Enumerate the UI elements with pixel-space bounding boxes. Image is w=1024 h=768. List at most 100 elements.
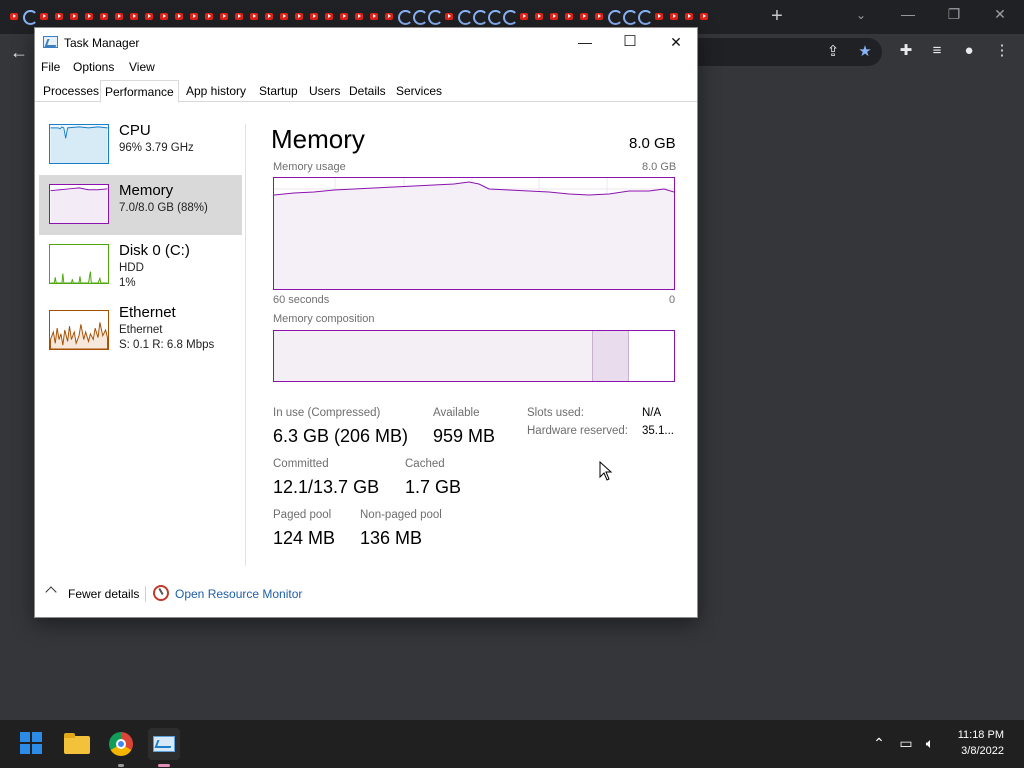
browser-tab-loading-icon[interactable]: [606, 8, 623, 26]
chevron-up-icon[interactable]: [45, 586, 57, 598]
browser-tab-youtube-icon[interactable]: [111, 8, 126, 26]
sidebar-item-ethernet[interactable]: Ethernet Ethernet S: 0.1 R: 6.8 Mbps: [39, 301, 242, 361]
browser-tab-youtube-icon[interactable]: [261, 8, 276, 26]
browser-tab-youtube-icon[interactable]: [696, 8, 711, 26]
share-icon[interactable]: ⇪: [824, 43, 842, 61]
browser-restore-icon[interactable]: ❐: [944, 6, 964, 23]
browser-tab-loading-icon[interactable]: [486, 8, 503, 26]
browser-tab-youtube-icon[interactable]: [651, 8, 666, 26]
back-arrow-icon[interactable]: ←: [10, 42, 28, 63]
clock-date[interactable]: 3/8/2022: [952, 745, 1004, 757]
clock-time[interactable]: 11:18 PM: [952, 729, 1004, 741]
sidebar-item-memory[interactable]: Memory 7.0/8.0 GB (88%): [39, 175, 242, 235]
browser-tab-youtube-icon[interactable]: [321, 8, 336, 26]
profile-avatar-icon[interactable]: ●: [960, 42, 978, 60]
browser-tab-youtube-icon[interactable]: [126, 8, 141, 26]
sidebar-divider: [245, 124, 246, 566]
browser-tab-youtube-icon[interactable]: [441, 8, 456, 26]
tab-processes[interactable]: Processes: [39, 80, 103, 102]
resource-monitor-icon[interactable]: [153, 585, 169, 601]
browser-tab-youtube-icon[interactable]: [351, 8, 366, 26]
tab-services[interactable]: Services: [392, 80, 446, 102]
browser-tab-youtube-icon[interactable]: [291, 8, 306, 26]
browser-tab-youtube-icon[interactable]: [336, 8, 351, 26]
browser-tab-youtube-icon[interactable]: [561, 8, 576, 26]
cached-label: Cached: [405, 458, 445, 470]
tab-startup[interactable]: Startup: [255, 80, 302, 102]
network-icon[interactable]: ▭: [897, 735, 915, 752]
browser-tab-youtube-icon[interactable]: [6, 8, 21, 26]
browser-close-icon[interactable]: ✕: [990, 6, 1010, 23]
browser-tab-youtube-icon[interactable]: [156, 8, 171, 26]
browser-tab-loading-icon[interactable]: [411, 8, 428, 26]
browser-tab-youtube-icon[interactable]: [591, 8, 606, 26]
volume-icon[interactable]: 🔈︎: [921, 735, 939, 752]
title-bar[interactable]: Task Manager — ☐ ✕: [35, 28, 697, 56]
start-windows-icon[interactable]: [16, 728, 48, 760]
tab-users[interactable]: Users: [305, 80, 344, 102]
browser-tab-loading-icon[interactable]: [621, 8, 638, 26]
browser-menu-icon[interactable]: ⋮: [993, 42, 1011, 60]
browser-tab-youtube-icon[interactable]: [576, 8, 591, 26]
browser-tab-loading-icon[interactable]: [21, 8, 38, 26]
tab-search-icon[interactable]: ⌄: [856, 8, 866, 22]
task-manager-window: Task Manager — ☐ ✕ File Options View Pro…: [34, 27, 698, 618]
browser-tab-youtube-icon[interactable]: [201, 8, 216, 26]
browser-tab-youtube-icon[interactable]: [366, 8, 381, 26]
menu-file[interactable]: File: [41, 60, 60, 74]
open-resource-monitor-link[interactable]: Open Resource Monitor: [175, 587, 302, 601]
ethernet-adapter-text: Ethernet: [119, 324, 163, 336]
tab-performance[interactable]: Performance: [100, 80, 179, 103]
browser-tab-youtube-icon[interactable]: [171, 8, 186, 26]
in-use-label: In use (Compressed): [273, 407, 381, 419]
browser-minimize-icon[interactable]: —: [898, 6, 918, 22]
tab-app-history[interactable]: App history: [182, 80, 250, 102]
browser-tab-loading-icon[interactable]: [396, 8, 413, 26]
browser-tab-youtube-icon[interactable]: [66, 8, 81, 26]
browser-tab-youtube-icon[interactable]: [216, 8, 231, 26]
browser-tab-youtube-icon[interactable]: [81, 8, 96, 26]
memory-usage-graph: [273, 177, 675, 290]
browser-tab-youtube-icon[interactable]: [186, 8, 201, 26]
sidebar-item-disk[interactable]: Disk 0 (C:) HDD 1%: [39, 235, 242, 295]
browser-tab-loading-icon[interactable]: [636, 8, 653, 26]
file-explorer-icon[interactable]: [61, 728, 93, 760]
new-tab-button[interactable]: +: [768, 6, 786, 26]
browser-tab-youtube-icon[interactable]: [666, 8, 681, 26]
paged-pool-value: 124 MB: [273, 528, 336, 548]
paged-pool-label: Paged pool: [273, 509, 332, 521]
browser-tab-youtube-icon[interactable]: [681, 8, 696, 26]
menu-options[interactable]: Options: [73, 60, 114, 74]
close-button[interactable]: ✕: [663, 32, 689, 52]
browser-tab-youtube-icon[interactable]: [246, 8, 261, 26]
browser-tab-youtube-icon[interactable]: [96, 8, 111, 26]
browser-tab-youtube-icon[interactable]: [276, 8, 291, 26]
extensions-icon[interactable]: ✚: [897, 42, 915, 60]
show-hidden-icons-chevron-icon[interactable]: ⌃: [870, 735, 888, 752]
browser-tab-youtube-icon[interactable]: [381, 8, 396, 26]
tab-details[interactable]: Details: [345, 80, 390, 102]
browser-tab-loading-icon[interactable]: [471, 8, 488, 26]
browser-tab-youtube-icon[interactable]: [51, 8, 66, 26]
browser-tab-youtube-icon[interactable]: [306, 8, 321, 26]
fewer-details-button[interactable]: Fewer details: [68, 587, 139, 601]
menu-view[interactable]: View: [129, 60, 155, 74]
task-manager-taskbar-icon[interactable]: [148, 728, 180, 767]
browser-tab-youtube-icon[interactable]: [36, 8, 51, 26]
maximize-button[interactable]: ☐: [617, 32, 643, 52]
minimize-button[interactable]: —: [572, 32, 598, 52]
browser-tab-youtube-icon[interactable]: [516, 8, 531, 26]
browser-tab-youtube-icon[interactable]: [141, 8, 156, 26]
chrome-icon[interactable]: [105, 728, 137, 767]
browser-tab-youtube-icon[interactable]: [546, 8, 561, 26]
address-bar[interactable]: ⇪ ★: [696, 38, 882, 66]
media-queue-icon[interactable]: ≡: [928, 42, 946, 60]
browser-tab-loading-icon[interactable]: [501, 8, 518, 26]
bookmark-star-icon[interactable]: ★: [856, 43, 874, 61]
browser-tab-youtube-icon[interactable]: [531, 8, 546, 26]
browser-tab-loading-icon[interactable]: [456, 8, 473, 26]
browser-tab-youtube-icon[interactable]: [231, 8, 246, 26]
sidebar-item-cpu[interactable]: CPU 96% 3.79 GHz: [39, 115, 242, 175]
browser-tab-loading-icon[interactable]: [426, 8, 443, 26]
ethernet-label: Ethernet: [119, 304, 176, 321]
